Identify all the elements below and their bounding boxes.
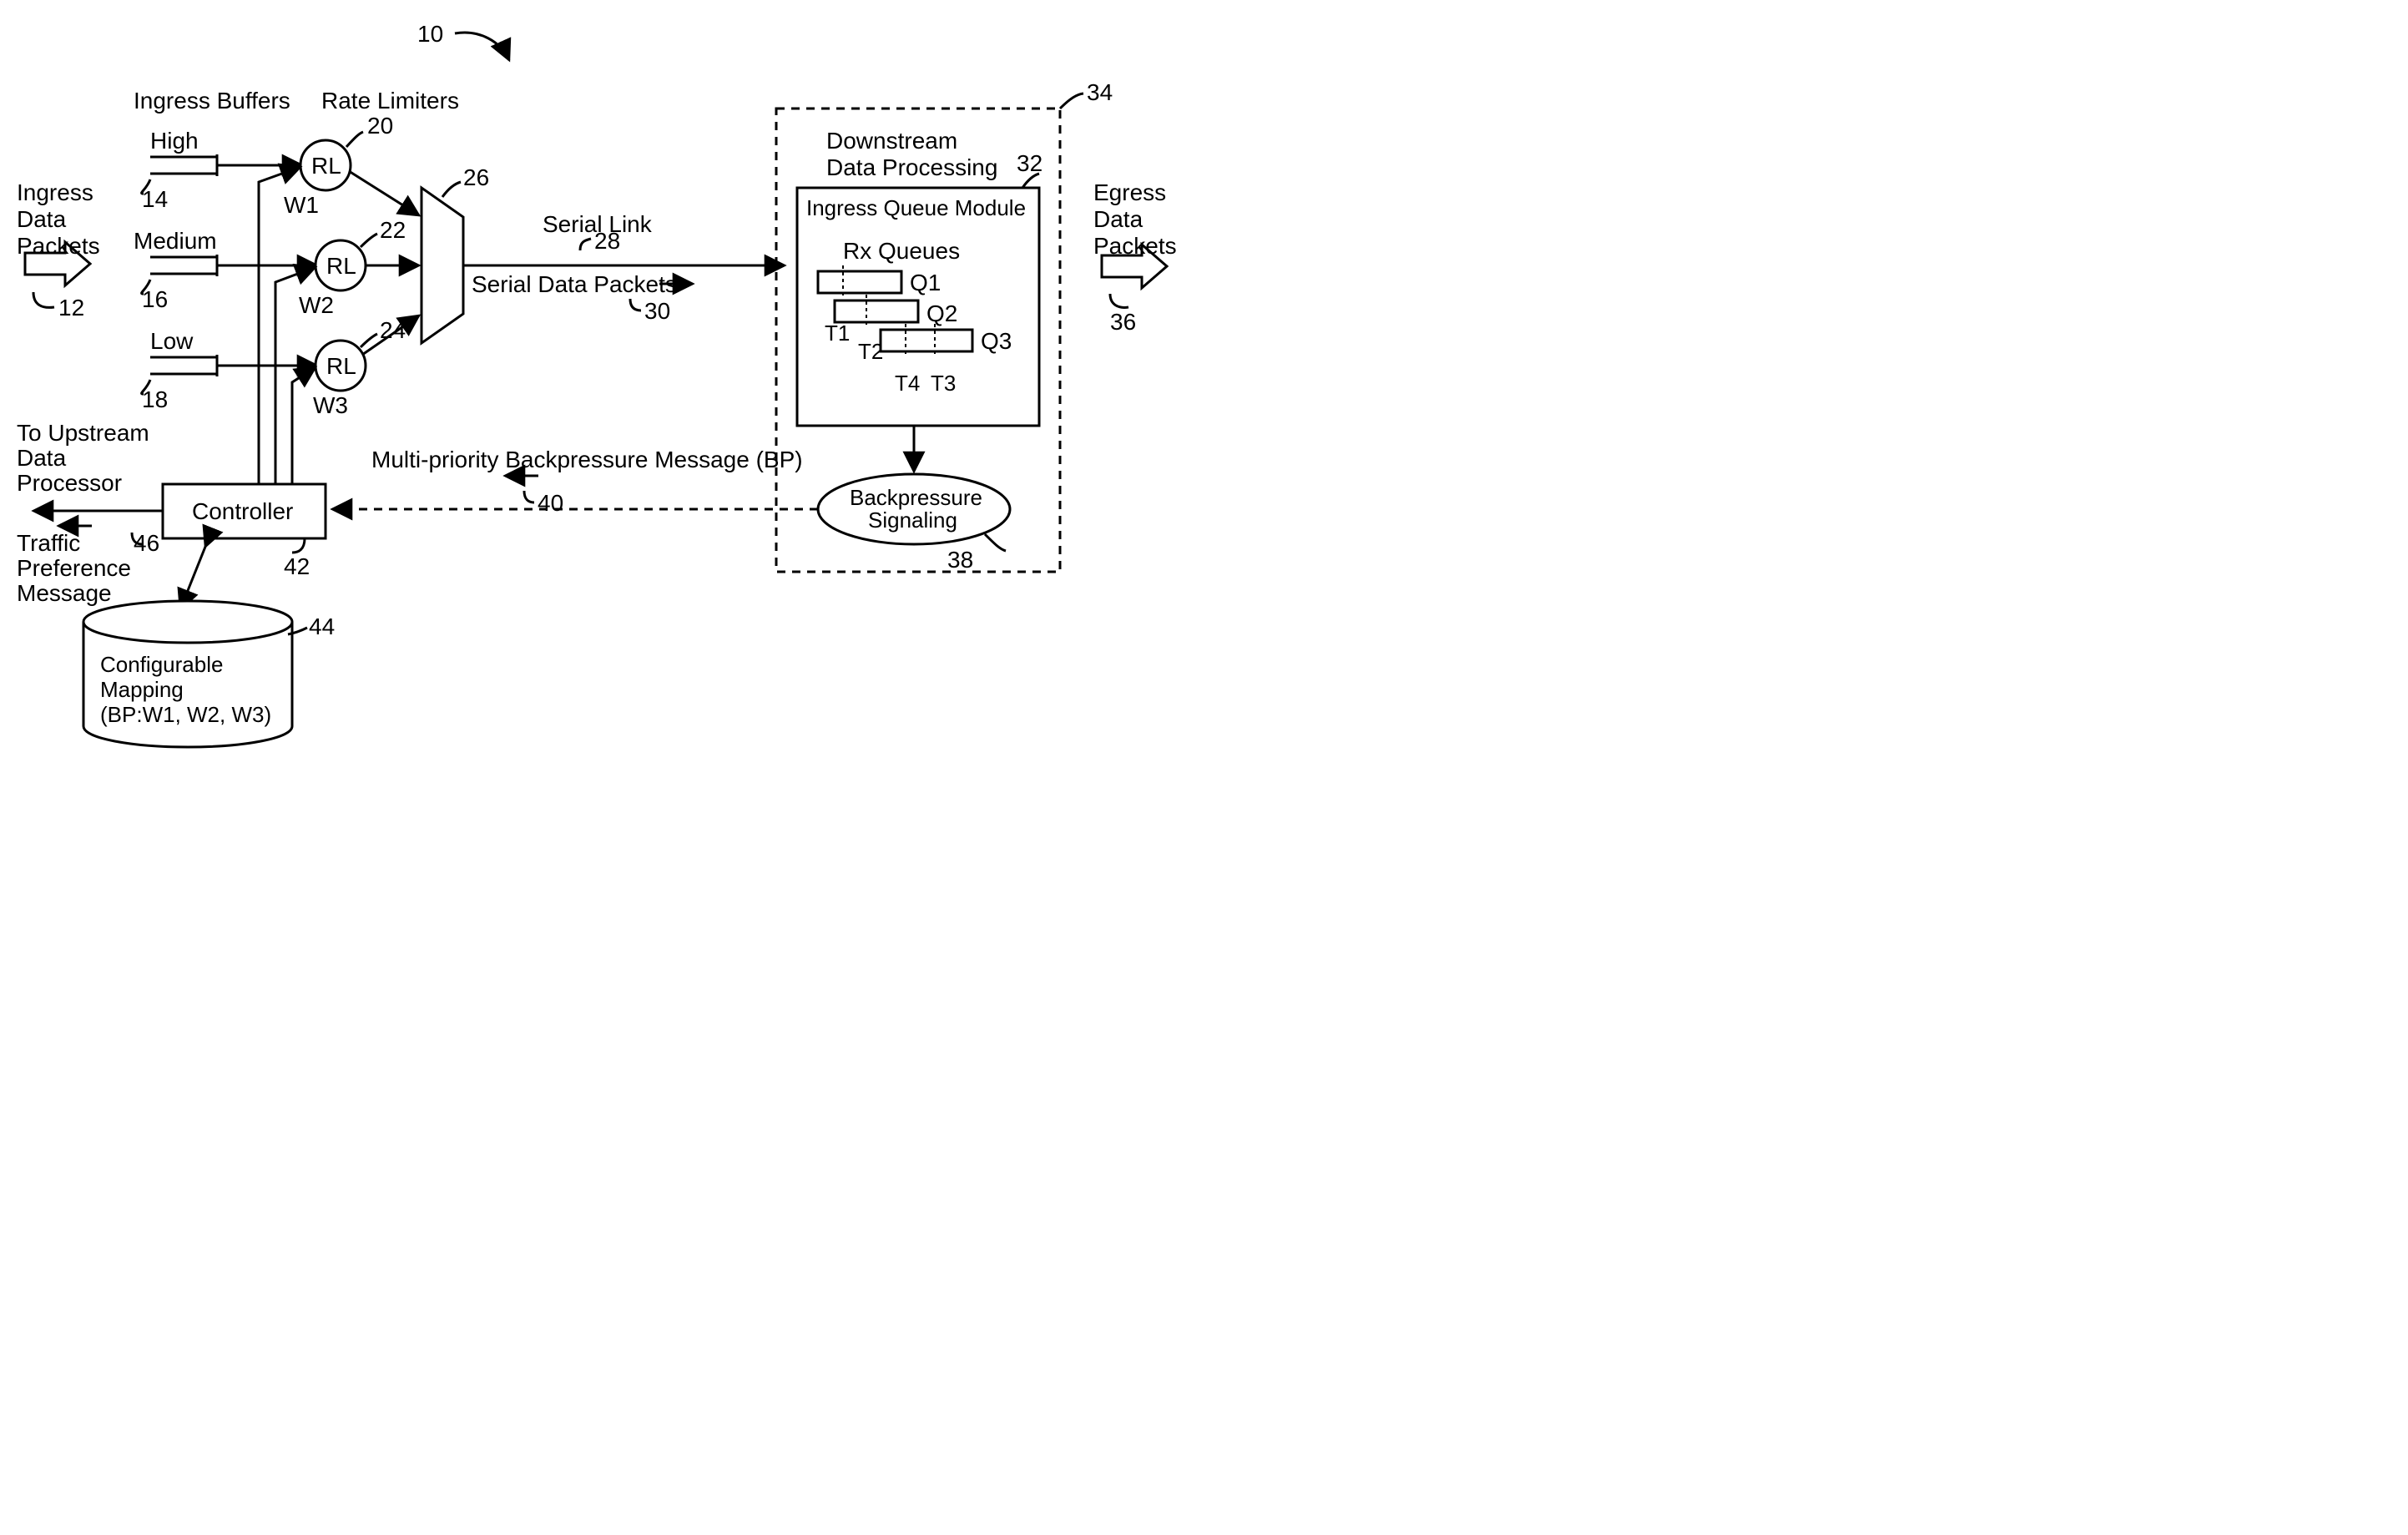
leader-22 (361, 234, 377, 247)
w3-label: W3 (313, 392, 348, 418)
egress-label-3: Packets (1093, 233, 1177, 259)
controller-label: Controller (192, 498, 293, 524)
q1-label: Q1 (910, 270, 941, 295)
bp-l2: Signaling (868, 507, 957, 533)
ref-30: 30 (644, 298, 670, 324)
upstream-l2: Data (17, 445, 67, 471)
ref-44: 44 (309, 613, 335, 639)
fig-ref-arrow (455, 33, 509, 60)
rl1-text: RL (311, 153, 341, 179)
bp-message-label: Multi-priority Backpressure Message (BP) (371, 447, 803, 472)
traffic-l3: Message (17, 580, 112, 606)
queue-q1 (818, 271, 901, 293)
leader-20 (346, 132, 363, 147)
t4-label: T4 (895, 371, 920, 396)
mapping-l1: Configurable (100, 652, 223, 677)
ref-18: 18 (142, 386, 168, 412)
ref-12: 12 (58, 295, 84, 321)
buffer-high (150, 154, 217, 176)
q3-label: Q3 (981, 328, 1012, 354)
t1-label: T1 (825, 321, 850, 346)
ref-32: 32 (1017, 150, 1042, 176)
ref-46: 46 (134, 530, 159, 556)
high-label: High (150, 128, 199, 154)
medium-label: Medium (134, 228, 217, 254)
ref-40: 40 (538, 490, 563, 516)
leader-36 (1110, 294, 1128, 307)
upstream-l3: Processor (17, 470, 122, 496)
queue-q2 (835, 300, 918, 322)
downstream-l2: Data Processing (826, 154, 997, 180)
rx-queues-label: Rx Queues (843, 238, 960, 264)
leader-28 (580, 239, 591, 250)
w2-label: W2 (299, 292, 334, 318)
queue-q3 (881, 330, 972, 351)
upstream-l1: To Upstream (17, 420, 149, 446)
traffic-l1: Traffic (17, 530, 80, 556)
t3-label: T3 (931, 371, 956, 396)
ref-28: 28 (594, 228, 620, 254)
ref-38: 38 (947, 547, 973, 573)
buffer-low (150, 355, 217, 376)
downstream-l1: Downstream (826, 128, 957, 154)
ingress-queue-module-label: Ingress Queue Module (806, 195, 1026, 220)
ingress-label-1: Ingress (17, 179, 93, 205)
leader-38 (985, 534, 1006, 551)
ref-26: 26 (463, 164, 489, 190)
ref-36: 36 (1110, 309, 1136, 335)
q2-label: Q2 (926, 300, 957, 326)
rate-limiters-label: Rate Limiters (321, 88, 459, 114)
low-label: Low (150, 328, 194, 354)
line-ctrl-db (184, 538, 209, 601)
ref-42: 42 (284, 553, 310, 579)
ingress-label-3: Packets (17, 233, 100, 259)
rl3-text: RL (326, 353, 356, 379)
line-ctrl-rl3 (292, 367, 316, 484)
ref-20: 20 (367, 113, 393, 139)
mapping-l2: Mapping (100, 677, 184, 702)
mapping-l3: (BP:W1, W2, W3) (100, 702, 271, 727)
ref-22: 22 (380, 217, 406, 243)
diagram-root: 10 Ingress Data Packets 12 Ingress Buffe… (0, 0, 1227, 782)
ref-16: 16 (142, 286, 168, 312)
fig-ref-10: 10 (417, 21, 443, 47)
leader-40 (524, 491, 534, 502)
egress-label-2: Data (1093, 206, 1143, 232)
rl2-text: RL (326, 253, 356, 279)
leader-26 (442, 182, 461, 197)
serial-data-packets-label: Serial Data Packets (472, 271, 677, 297)
traffic-l2: Preference (17, 555, 131, 581)
multiplexer (422, 188, 463, 343)
bp-l1: Backpressure (850, 485, 982, 510)
leader-30 (630, 299, 641, 311)
ref-34: 34 (1087, 79, 1113, 105)
w1-label: W1 (284, 192, 319, 218)
buffer-medium (150, 255, 217, 276)
ingress-buffers-label: Ingress Buffers (134, 88, 290, 114)
ref-14: 14 (142, 186, 168, 212)
leader-34 (1060, 93, 1083, 109)
line-rl1-mux (349, 171, 419, 215)
egress-label-1: Egress (1093, 179, 1166, 205)
leader-42 (292, 538, 305, 553)
leader-12 (33, 292, 54, 307)
ingress-label-2: Data (17, 206, 67, 232)
